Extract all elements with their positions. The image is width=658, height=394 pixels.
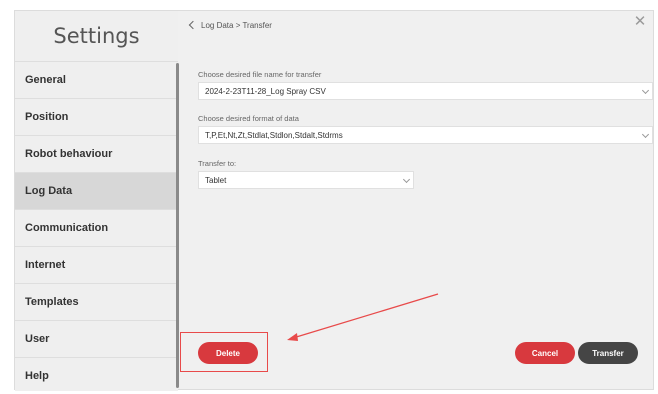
cancel-button[interactable]: Cancel xyxy=(515,342,575,364)
sidebar-item-templates[interactable]: Templates xyxy=(15,283,178,320)
settings-window: Settings General Position Robot behaviou… xyxy=(14,10,654,391)
sidebar-item-label: Templates xyxy=(25,296,79,308)
breadcrumb[interactable]: Log Data > Transfer xyxy=(188,17,272,33)
format-select[interactable]: T,P,Et,Nt,Zt,Stdlat,Stdlon,Stdalt,Stdrms xyxy=(198,126,653,144)
transfer-button[interactable]: Transfer xyxy=(578,342,638,364)
format-label: Choose desired format of data xyxy=(198,114,299,123)
breadcrumb-text: Log Data > Transfer xyxy=(201,20,272,30)
sidebar-item-label: Communication xyxy=(25,222,109,234)
file-name-value: 2024-2-23T11-28_Log Spray CSV xyxy=(205,86,326,96)
sidebar-item-label: Log Data xyxy=(25,185,73,197)
sidebar-title: Settings xyxy=(53,24,140,48)
sidebar-item-label: Internet xyxy=(25,259,66,271)
sidebar-item-position[interactable]: Position xyxy=(15,98,178,135)
sidebar-item-communication[interactable]: Communication xyxy=(15,209,178,246)
sidebar-item-internet[interactable]: Internet xyxy=(15,246,178,283)
sidebar-item-label: Robot behaviour xyxy=(25,148,113,160)
transfer-to-select[interactable]: Tablet xyxy=(198,171,414,189)
sidebar-item-log-data[interactable]: Log Data xyxy=(15,172,178,209)
close-icon[interactable]: ✕ xyxy=(633,14,647,29)
file-name-label: Choose desired file name for transfer xyxy=(198,70,322,79)
chevron-left-icon[interactable] xyxy=(188,20,198,30)
chevron-down-icon xyxy=(402,175,411,184)
sidebar-item-general[interactable]: General xyxy=(15,61,178,98)
chevron-down-icon xyxy=(641,130,650,139)
sidebar-item-help[interactable]: Help xyxy=(15,357,178,394)
format-value: T,P,Et,Nt,Zt,Stdlat,Stdlon,Stdalt,Stdrms xyxy=(205,130,343,140)
file-name-select[interactable]: 2024-2-23T11-28_Log Spray CSV xyxy=(198,82,653,100)
sidebar-item-label: Help xyxy=(25,370,49,382)
delete-highlight-annotation xyxy=(180,332,268,372)
chevron-down-icon xyxy=(641,86,650,95)
settings-sidebar: Settings General Position Robot behaviou… xyxy=(15,11,178,391)
sidebar-scrollbar[interactable] xyxy=(176,63,179,388)
sidebar-item-label: General xyxy=(25,74,66,86)
sidebar-item-robot-behaviour[interactable]: Robot behaviour xyxy=(15,135,178,172)
transfer-to-label: Transfer to: xyxy=(198,159,237,168)
sidebar-item-user[interactable]: User xyxy=(15,320,178,357)
transfer-to-value: Tablet xyxy=(205,175,227,185)
sidebar-item-label: Position xyxy=(25,111,69,123)
sidebar-item-label: User xyxy=(25,333,50,345)
